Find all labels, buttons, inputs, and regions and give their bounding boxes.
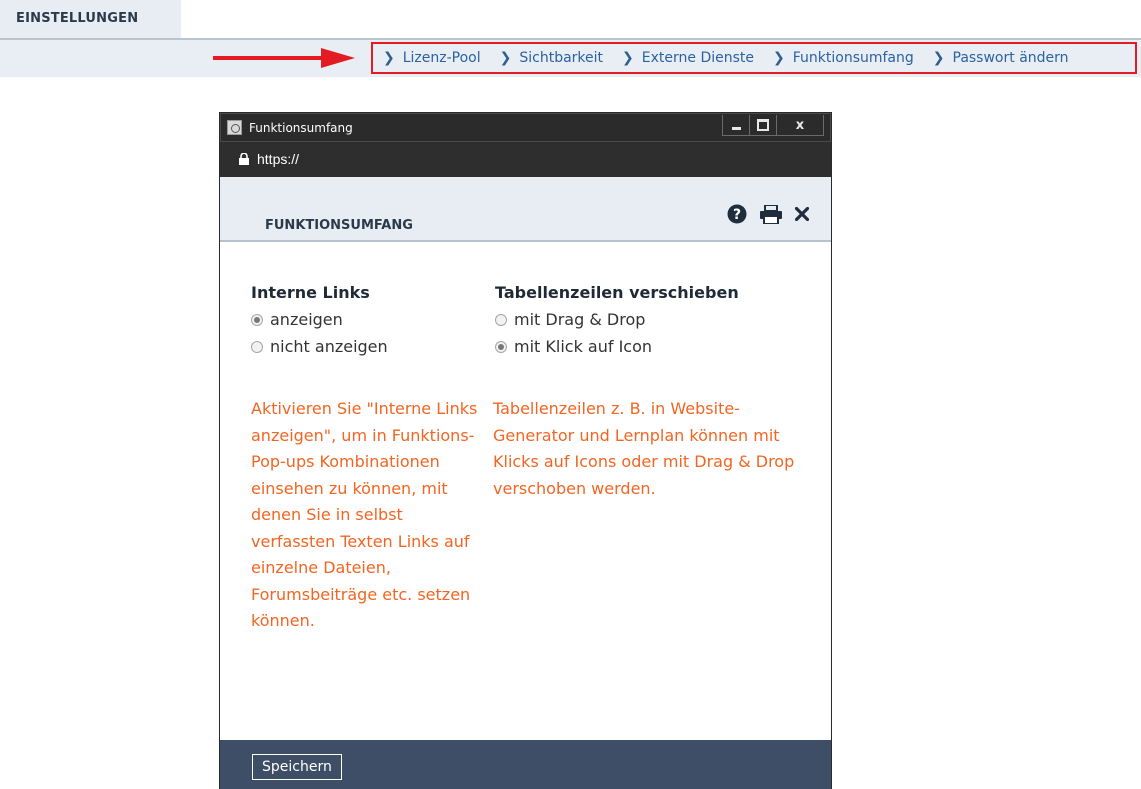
nav-item-funktionsumfang[interactable]: ❯ Funktionsumfang (773, 50, 914, 66)
settings-tab[interactable]: EINSTELLUNGEN (0, 0, 181, 39)
dialog-title: FUNKTIONSUMFANG (265, 218, 413, 233)
save-button[interactable]: Speichern (252, 754, 342, 780)
chevron-right-icon: ❯ (622, 50, 634, 66)
radio-drag-drop[interactable]: mit Drag & Drop (495, 306, 815, 333)
radio-internal-links-show[interactable]: anzeigen (251, 306, 489, 333)
section-title: EINSTELLUNGEN (16, 11, 139, 26)
radio-label: mit Drag & Drop (514, 310, 646, 329)
close-button[interactable] (795, 207, 809, 221)
radio-click-icon[interactable]: mit Klick auf Icon (495, 333, 815, 360)
lock-icon (239, 153, 249, 165)
svg-text:?: ? (733, 207, 741, 223)
question-circle-icon: ? (727, 204, 747, 224)
radio-label: anzeigen (270, 310, 343, 329)
chevron-right-icon: ❯ (773, 50, 785, 66)
move-rows-help: Tabellenzeilen z. B. in Website-Generato… (493, 399, 795, 498)
move-rows-title: Tabellenzeilen verschieben (495, 283, 739, 302)
internal-links-title: Interne Links (251, 283, 370, 302)
app-icon (227, 120, 242, 135)
move-rows-group: Tabellenzeilen verschieben mit Drag & Dr… (495, 283, 815, 360)
address-bar: https:// (220, 142, 831, 177)
nav-item-label[interactable]: Sichtbarkeit (519, 50, 603, 66)
internal-links-group: Interne Links anzeigen nicht anzeigen (251, 283, 489, 360)
radio-button[interactable] (495, 313, 507, 326)
maximize-icon (757, 119, 769, 131)
window-controls: x (722, 115, 824, 136)
help-button[interactable]: ? (727, 204, 747, 224)
window-title: Funktionsumfang (249, 121, 353, 135)
minimize-icon (731, 126, 741, 130)
dialog-footer: Speichern (220, 740, 831, 789)
radio-button[interactable] (251, 340, 263, 353)
settings-nav: ❯ Lizenz-Pool ❯ Sichtbarkeit ❯ Externe D… (371, 42, 1137, 74)
nav-item-label[interactable]: Externe Dienste (642, 50, 754, 66)
nav-item-lizenz-pool[interactable]: ❯ Lizenz-Pool (383, 50, 481, 66)
print-icon (760, 204, 782, 224)
close-icon (795, 207, 809, 221)
radio-button[interactable] (495, 340, 507, 353)
dialog-header: FUNKTIONSUMFANG ? (220, 177, 831, 242)
nav-item-externe-dienste[interactable]: ❯ Externe Dienste (622, 50, 754, 66)
nav-item-label[interactable]: Lizenz-Pool (403, 50, 481, 66)
url-text: https:// (257, 151, 300, 167)
annotation-arrow-icon (213, 48, 355, 68)
internal-links-help: Aktivieren Sie "Interne Links anzeigen",… (251, 399, 478, 630)
dialog-toolbar: ? (714, 204, 809, 224)
minimize-button[interactable] (723, 115, 750, 135)
maximize-button[interactable] (750, 115, 777, 135)
nav-item-label[interactable]: Passwort ändern (953, 50, 1069, 66)
chevron-right-icon: ❯ (932, 50, 945, 66)
radio-label: nicht anzeigen (270, 337, 388, 356)
nav-item-label[interactable]: Funktionsumfang (793, 50, 914, 66)
window-close-label: x (795, 117, 805, 133)
nav-item-sichtbarkeit[interactable]: ❯ Sichtbarkeit (500, 50, 603, 66)
radio-label: mit Klick auf Icon (514, 337, 653, 356)
radio-internal-links-hide[interactable]: nicht anzeigen (251, 333, 489, 360)
chevron-right-icon: ❯ (383, 50, 395, 66)
radio-button[interactable] (251, 313, 263, 326)
print-button[interactable] (760, 204, 782, 224)
chevron-right-icon: ❯ (499, 50, 512, 66)
window-titlebar[interactable]: Funktionsumfang x (220, 113, 831, 142)
nav-item-passwort-aendern[interactable]: ❯ Passwort ändern (933, 50, 1069, 66)
window-close-button[interactable]: x (777, 115, 823, 135)
